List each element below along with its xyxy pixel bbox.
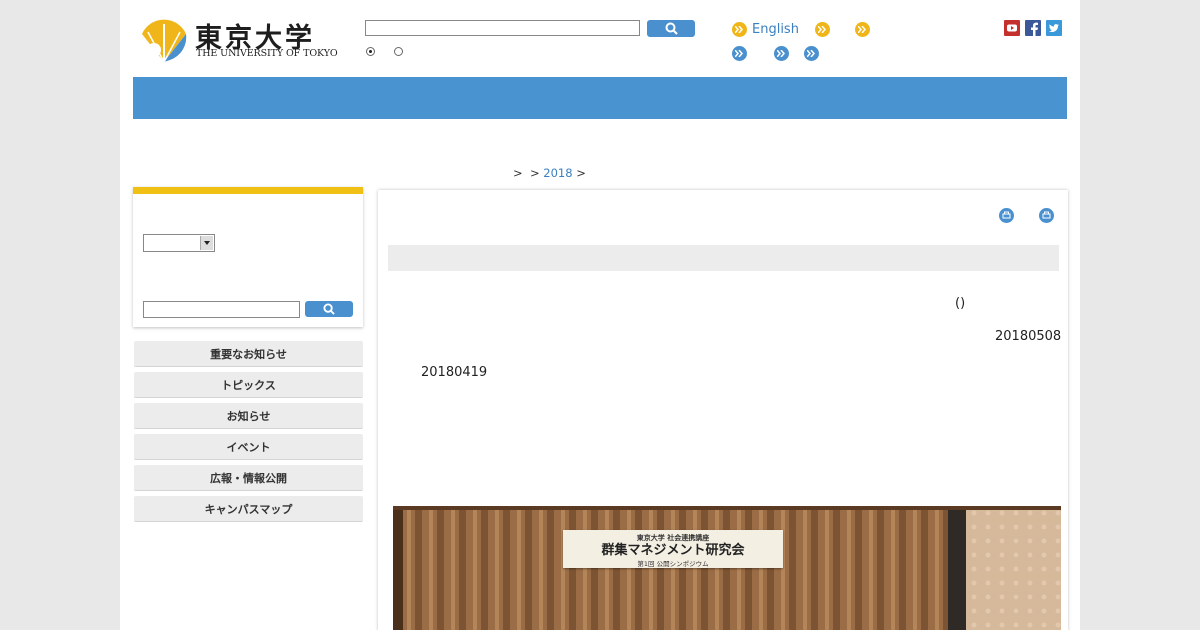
article-content: () 20180508 20180419 東京大学 社会連携講座 群集マネジメン… [378,190,1068,630]
page: 東京大学 THE UNIVERSITY OF TOKYO English > >… [120,0,1080,630]
sidebar-item-topics[interactable]: トピックス [134,372,363,398]
search-icon [323,303,335,315]
sign-line-2: 群集マネジメント研究会 [601,543,745,558]
site-search-input[interactable] [365,20,640,36]
sign-line-3: 第1回 公開シンポジウム [637,560,709,568]
logo-text-en: THE UNIVERSITY OF TOKYO [196,48,338,59]
twitter-icon[interactable] [1046,20,1062,36]
print-icon[interactable] [1039,208,1054,223]
nav-link-3-arrow-icon[interactable] [855,22,870,37]
breadcrumb: > > 2018 > [513,166,586,180]
sidebar-item-events[interactable]: イベント [134,434,363,460]
facebook-icon[interactable] [1025,20,1041,36]
sidebar-item-notices[interactable]: お知らせ [134,403,363,429]
youtube-icon[interactable] [1004,20,1020,36]
sidebar-search-input[interactable] [143,301,300,318]
nav-english-arrow-icon [732,22,747,37]
ginkgo-logo-icon [142,19,187,63]
breadcrumb-year-link[interactable]: 2018 [543,166,572,180]
article-date-right: 20180508 [995,329,1062,344]
event-sign: 東京大学 社会連携講座 群集マネジメント研究会 第1回 公開シンポジウム [563,530,783,568]
breadcrumb-separator: > [513,166,523,180]
nav-link-4-arrow-icon[interactable] [732,46,747,61]
nav-link-5-arrow-icon[interactable] [774,46,789,61]
site-search-button[interactable] [647,20,695,37]
search-icon [665,22,678,35]
search-scope-radio-2[interactable] [394,47,403,56]
article-photo: 東京大学 社会連携講座 群集マネジメント研究会 第1回 公開シンポジウム [393,506,1061,630]
nav-link-2-arrow-icon[interactable] [815,22,830,37]
category-select[interactable] [143,234,215,252]
search-scope-radio-1[interactable] [366,47,375,56]
stage-curtain-image [393,506,1061,630]
global-nav-bar [133,77,1067,119]
article-title-bar [388,245,1059,271]
sidebar-search-box [133,187,363,327]
article-paren-text: () [955,296,966,311]
breadcrumb-separator: > [576,166,586,180]
print-icon[interactable] [999,208,1014,223]
sidebar-item-campus-map[interactable]: キャンパスマップ [134,496,363,522]
article-date-left: 20180419 [421,365,488,380]
breadcrumb-separator: > [529,166,540,180]
sign-line-1: 東京大学 社会連携講座 [636,534,710,542]
university-logo[interactable]: 東京大学 THE UNIVERSITY OF TOKYO [140,14,338,66]
nav-english-link[interactable]: English [752,22,799,37]
chevron-down-icon[interactable] [200,236,213,250]
sidebar-search-button[interactable] [305,301,353,317]
nav-link-6-arrow-icon[interactable] [804,46,819,61]
sidebar-item-public-relations[interactable]: 広報・情報公開 [134,465,363,491]
sidebar-item-important-notices[interactable]: 重要なお知らせ [134,341,363,367]
